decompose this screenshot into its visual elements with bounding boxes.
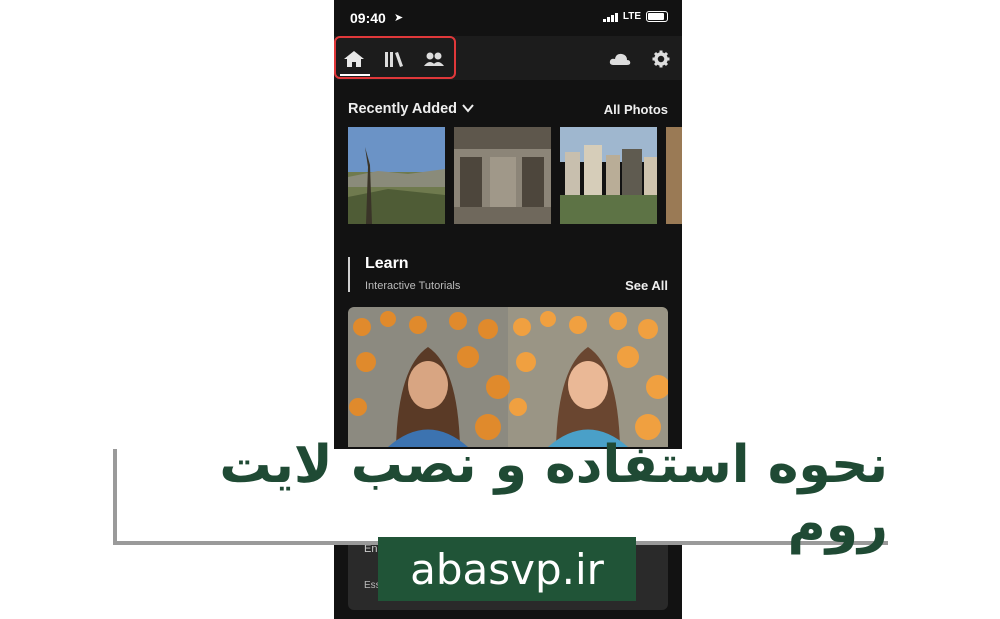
people-icon[interactable]	[423, 50, 445, 68]
library-icon[interactable]	[383, 50, 405, 68]
recently-added-dropdown[interactable]: Recently Added	[348, 101, 457, 117]
site-logo-text: abasvp.ir	[410, 544, 604, 594]
photo-thumbnail-landscape[interactable]	[348, 127, 445, 224]
chevron-down-icon[interactable]	[462, 103, 474, 113]
battery-icon	[646, 11, 668, 22]
learn-subtitle: Interactive Tutorials	[365, 280, 461, 292]
active-tab-indicator	[340, 74, 370, 76]
title-banner: نحوه استفاده و نصب لایت روم	[117, 435, 888, 555]
banner-title: نحوه استفاده و نصب لایت روم	[219, 435, 888, 555]
learn-title: Learn	[365, 255, 409, 272]
status-indicators: LTE	[602, 11, 668, 22]
gear-icon[interactable]	[652, 50, 670, 68]
top-nav-bar	[334, 36, 682, 80]
see-all-link[interactable]: See All	[625, 278, 668, 293]
learn-accent-bar	[348, 257, 350, 292]
all-photos-link[interactable]: All Photos	[604, 102, 668, 117]
site-logo: abasvp.ir	[378, 537, 636, 601]
network-label: LTE	[622, 11, 641, 22]
signal-icon	[602, 12, 618, 22]
location-arrow-icon: ➤	[394, 12, 404, 24]
photo-thumbnail-partial[interactable]	[666, 127, 682, 224]
status-time: 09:40	[350, 10, 386, 26]
photo-thumbnail-building[interactable]	[454, 127, 551, 224]
status-bar: 09:40 ➤ LTE	[334, 0, 682, 36]
photo-thumbnail-city[interactable]	[560, 127, 657, 224]
home-icon[interactable]	[343, 50, 365, 68]
tutorial-card-image[interactable]	[348, 307, 668, 447]
cloud-icon[interactable]	[608, 50, 632, 68]
